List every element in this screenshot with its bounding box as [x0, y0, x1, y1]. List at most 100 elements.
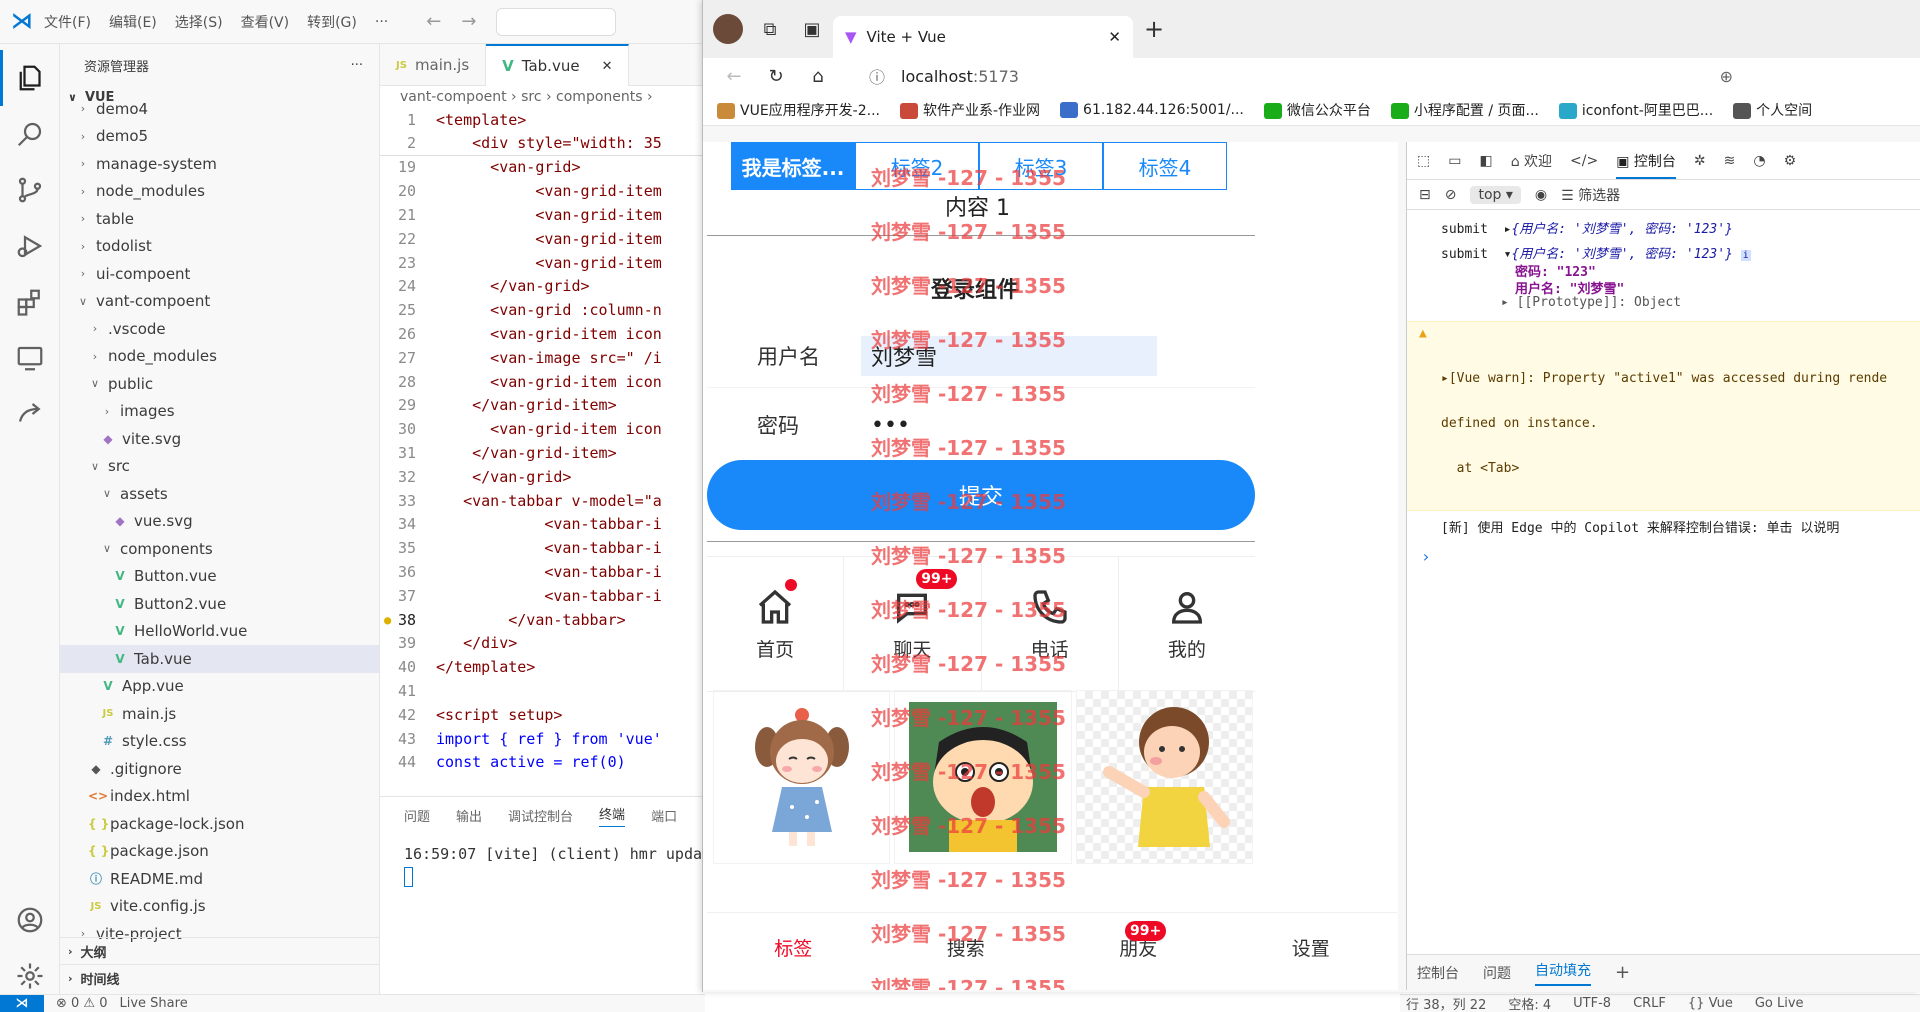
tree-item[interactable]: ◆ vue.svg: [60, 508, 379, 536]
add-drawer-tab-button[interactable]: +: [1615, 962, 1630, 983]
tabbar-item[interactable]: 搜索: [880, 913, 1053, 982]
site-info-icon[interactable]: ⓘ: [869, 64, 885, 88]
clear-console-icon[interactable]: ⊘: [1445, 187, 1457, 203]
tab-vite-vue[interactable]: ▼ Vite + Vue ✕: [833, 16, 1133, 58]
menu-edit[interactable]: 编辑(E): [109, 12, 157, 32]
grid-item-chat[interactable]: 99+ 聊天: [844, 557, 982, 691]
explorer-icon[interactable]: [0, 50, 60, 106]
tree-item[interactable]: # style.css: [60, 728, 379, 756]
tree-item[interactable]: ⓘ README.md: [60, 865, 379, 893]
tree-item[interactable]: › images: [60, 398, 379, 426]
favorite-item[interactable]: iconfont-阿里巴巴...: [1558, 100, 1713, 120]
vant-tab[interactable]: 标签3: [979, 142, 1103, 190]
back-icon[interactable]: ←: [713, 66, 755, 87]
terminal-output[interactable]: 16:59:07 [vite] (client) hmr upda: [380, 845, 705, 863]
grid-item-home[interactable]: 首页: [707, 557, 845, 691]
image-cell[interactable]: [713, 690, 891, 864]
live-expression-eye-icon[interactable]: ◉: [1535, 187, 1547, 203]
drawer-tab-console[interactable]: 控制台: [1417, 963, 1459, 983]
explorer-more-icon[interactable]: ···: [351, 58, 363, 73]
remote-indicator-icon[interactable]: ⋊: [0, 994, 44, 1012]
live-share-status[interactable]: Live Share: [120, 996, 188, 1011]
drawer-tab-issues[interactable]: 问题: [1483, 963, 1511, 983]
encoding[interactable]: UTF-8: [1573, 996, 1611, 1011]
device-emulation-icon[interactable]: ▭: [1448, 153, 1461, 169]
tree-item[interactable]: ∨ vant-compoent: [60, 288, 379, 316]
tree-item[interactable]: ∨ components: [60, 535, 379, 563]
tree-item[interactable]: ∨ assets: [60, 480, 379, 508]
code-view[interactable]: 1 <template> 2 <div style="width: 35 19 <va…: [380, 108, 705, 774]
settings-gear-icon[interactable]: ⚙: [1784, 153, 1797, 169]
context-selector[interactable]: top ▾: [1470, 185, 1521, 204]
tree-item[interactable]: › manage-system: [60, 150, 379, 178]
tab-tab-vue[interactable]: V Tab.vue ✕: [486, 44, 630, 86]
favorite-item[interactable]: 软件产业系-作业网: [899, 100, 1040, 120]
tree-item[interactable]: › todolist: [60, 233, 379, 261]
console-prompt[interactable]: ›: [1407, 547, 1920, 566]
tree-item[interactable]: V Button.vue: [60, 563, 379, 591]
tree-item[interactable]: › .vscode: [60, 315, 379, 343]
tree-item[interactable]: › ui-compoent: [60, 260, 379, 288]
vant-tab[interactable]: 标签2: [855, 142, 979, 190]
menu-view[interactable]: 查看(V): [241, 12, 290, 32]
problems-status[interactable]: ⊗ 0 ⚠ 0: [56, 996, 108, 1011]
tabbar-item[interactable]: 标签: [707, 913, 880, 982]
close-tab-icon[interactable]: ✕: [1108, 28, 1121, 46]
favorite-item[interactable]: 小程序配置 / 页面...: [1390, 100, 1539, 120]
live-share-icon[interactable]: [0, 386, 60, 442]
tabbar-item[interactable]: 朋友 99+: [1052, 913, 1225, 982]
tree-item[interactable]: V HelloWorld.vue: [60, 618, 379, 646]
vue-warning[interactable]: ▲ ▸[Vue warn]: Property "active1" was ac…: [1407, 321, 1920, 511]
tree-item[interactable]: ◆ .gitignore: [60, 755, 379, 783]
tree-item[interactable]: { } package.json: [60, 838, 379, 866]
image-cell[interactable]: [1075, 690, 1253, 864]
console-log-entry[interactable]: submit ▾{用户名: '刘梦雪', 密码: '123'} i: [1407, 243, 1920, 262]
image-cell[interactable]: [894, 690, 1072, 864]
tab-console[interactable]: ▣ 控制台: [1616, 143, 1676, 179]
language-mode[interactable]: {} Vue: [1688, 996, 1733, 1011]
object-prototype[interactable]: ▸ [[Prototype]]: Object: [1407, 295, 1920, 321]
run-debug-icon[interactable]: [0, 218, 60, 274]
filter-input[interactable]: ☰ 筛选器: [1561, 185, 1620, 205]
tree-item[interactable]: › node_modules: [60, 178, 379, 206]
timeline-section[interactable]: › 时间线: [60, 964, 379, 991]
forward-arrow-icon[interactable]: →: [461, 11, 476, 32]
favorite-item[interactable]: 微信公众平台: [1263, 100, 1371, 120]
back-arrow-icon[interactable]: ←: [426, 11, 441, 32]
tree-item[interactable]: ∨ public: [60, 370, 379, 398]
search-icon[interactable]: [0, 106, 60, 162]
go-live[interactable]: Go Live: [1755, 996, 1804, 1011]
sidebar-toggle-icon[interactable]: ▣: [791, 19, 833, 40]
password-input[interactable]: •••: [861, 405, 1157, 445]
tree-item[interactable]: › demo4: [60, 95, 379, 123]
favorite-item[interactable]: VUE应用程序开发-2...: [717, 100, 880, 120]
lightbulb-icon[interactable]: ●: [384, 613, 391, 627]
elements-icon[interactable]: </>: [1570, 153, 1598, 169]
panel-tab[interactable]: 问题: [404, 806, 430, 825]
panel-tab[interactable]: 输出: [456, 806, 482, 825]
tree-item[interactable]: V App.vue: [60, 673, 379, 701]
panel-tab[interactable]: 终端: [599, 804, 626, 827]
indentation[interactable]: 空格: 4: [1508, 994, 1551, 1012]
tree-item[interactable]: › demo5: [60, 123, 379, 151]
menu-file[interactable]: 文件(F): [44, 12, 91, 32]
panel-tab[interactable]: 端口: [651, 806, 677, 825]
outline-section[interactable]: › 大纲: [60, 937, 379, 964]
tree-item[interactable]: › table: [60, 205, 379, 233]
cursor-position[interactable]: 行 38，列 22: [1406, 994, 1486, 1012]
inspect-icon[interactable]: ⬚: [1417, 153, 1430, 169]
favorite-item[interactable]: 个人空间: [1733, 100, 1812, 120]
collections-icon[interactable]: ⧉: [749, 19, 791, 40]
tree-item[interactable]: <> index.html: [60, 783, 379, 811]
tree-item[interactable]: JS vite.config.js: [60, 893, 379, 921]
vant-tab[interactable]: 我是标签...: [731, 142, 855, 190]
tab-welcome[interactable]: ⌂ 欢迎: [1511, 151, 1552, 171]
grid-item-phone[interactable]: 电话: [982, 557, 1119, 691]
vant-tab[interactable]: 标签4: [1103, 142, 1227, 190]
zoom-icon[interactable]: ⊕: [1720, 67, 1733, 86]
tree-item[interactable]: { } package-lock.json: [60, 810, 379, 838]
submit-button[interactable]: 提交: [707, 460, 1255, 530]
tab-main-js[interactable]: JS main.js: [380, 44, 487, 86]
extensions-icon[interactable]: [0, 274, 60, 330]
tree-item[interactable]: ∨ src: [60, 453, 379, 481]
